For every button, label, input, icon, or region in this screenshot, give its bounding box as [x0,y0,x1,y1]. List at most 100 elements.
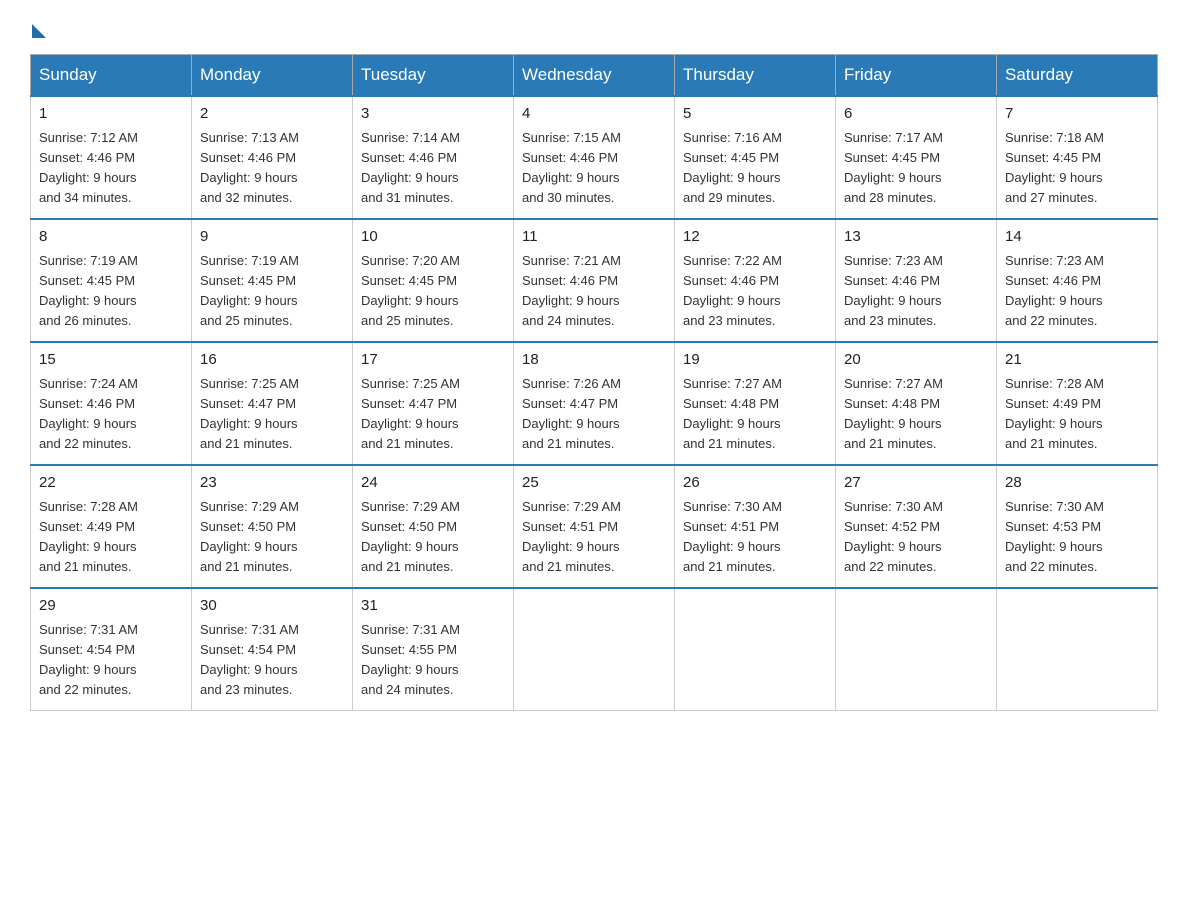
calendar-cell: 28 Sunrise: 7:30 AM Sunset: 4:53 PM Dayl… [997,465,1158,588]
day-number: 2 [200,103,344,126]
day-info: Sunrise: 7:31 AM Sunset: 4:55 PM Dayligh… [361,620,505,701]
calendar-cell [836,588,997,711]
day-number: 31 [361,595,505,618]
calendar-cell: 12 Sunrise: 7:22 AM Sunset: 4:46 PM Dayl… [675,219,836,342]
calendar-cell: 21 Sunrise: 7:28 AM Sunset: 4:49 PM Dayl… [997,342,1158,465]
calendar-cell: 4 Sunrise: 7:15 AM Sunset: 4:46 PM Dayli… [514,96,675,219]
day-info: Sunrise: 7:22 AM Sunset: 4:46 PM Dayligh… [683,251,827,332]
calendar-header-row: SundayMondayTuesdayWednesdayThursdayFrid… [31,55,1158,97]
day-number: 13 [844,226,988,249]
calendar-week-row-4: 22 Sunrise: 7:28 AM Sunset: 4:49 PM Dayl… [31,465,1158,588]
calendar-cell: 16 Sunrise: 7:25 AM Sunset: 4:47 PM Dayl… [192,342,353,465]
calendar-cell: 19 Sunrise: 7:27 AM Sunset: 4:48 PM Dayl… [675,342,836,465]
calendar-week-row-2: 8 Sunrise: 7:19 AM Sunset: 4:45 PM Dayli… [31,219,1158,342]
calendar-header-thursday: Thursday [675,55,836,97]
day-number: 23 [200,472,344,495]
calendar-header-tuesday: Tuesday [353,55,514,97]
day-number: 12 [683,226,827,249]
day-number: 26 [683,472,827,495]
day-info: Sunrise: 7:25 AM Sunset: 4:47 PM Dayligh… [361,374,505,455]
calendar-cell: 24 Sunrise: 7:29 AM Sunset: 4:50 PM Dayl… [353,465,514,588]
calendar-week-row-1: 1 Sunrise: 7:12 AM Sunset: 4:46 PM Dayli… [31,96,1158,219]
calendar-cell: 10 Sunrise: 7:20 AM Sunset: 4:45 PM Dayl… [353,219,514,342]
calendar-header-friday: Friday [836,55,997,97]
day-info: Sunrise: 7:17 AM Sunset: 4:45 PM Dayligh… [844,128,988,209]
day-number: 16 [200,349,344,372]
day-info: Sunrise: 7:28 AM Sunset: 4:49 PM Dayligh… [1005,374,1149,455]
calendar-cell: 17 Sunrise: 7:25 AM Sunset: 4:47 PM Dayl… [353,342,514,465]
calendar-cell: 20 Sunrise: 7:27 AM Sunset: 4:48 PM Dayl… [836,342,997,465]
day-number: 17 [361,349,505,372]
day-info: Sunrise: 7:26 AM Sunset: 4:47 PM Dayligh… [522,374,666,455]
day-number: 3 [361,103,505,126]
calendar-cell: 27 Sunrise: 7:30 AM Sunset: 4:52 PM Dayl… [836,465,997,588]
day-info: Sunrise: 7:19 AM Sunset: 4:45 PM Dayligh… [39,251,183,332]
day-info: Sunrise: 7:31 AM Sunset: 4:54 PM Dayligh… [200,620,344,701]
calendar-cell: 5 Sunrise: 7:16 AM Sunset: 4:45 PM Dayli… [675,96,836,219]
calendar-cell: 26 Sunrise: 7:30 AM Sunset: 4:51 PM Dayl… [675,465,836,588]
calendar-cell [514,588,675,711]
day-info: Sunrise: 7:16 AM Sunset: 4:45 PM Dayligh… [683,128,827,209]
calendar-cell: 8 Sunrise: 7:19 AM Sunset: 4:45 PM Dayli… [31,219,192,342]
day-number: 10 [361,226,505,249]
day-info: Sunrise: 7:12 AM Sunset: 4:46 PM Dayligh… [39,128,183,209]
day-number: 9 [200,226,344,249]
calendar-cell: 18 Sunrise: 7:26 AM Sunset: 4:47 PM Dayl… [514,342,675,465]
day-info: Sunrise: 7:14 AM Sunset: 4:46 PM Dayligh… [361,128,505,209]
calendar-cell: 22 Sunrise: 7:28 AM Sunset: 4:49 PM Dayl… [31,465,192,588]
day-number: 29 [39,595,183,618]
day-number: 22 [39,472,183,495]
calendar-cell: 23 Sunrise: 7:29 AM Sunset: 4:50 PM Dayl… [192,465,353,588]
calendar-week-row-5: 29 Sunrise: 7:31 AM Sunset: 4:54 PM Dayl… [31,588,1158,711]
calendar-cell: 2 Sunrise: 7:13 AM Sunset: 4:46 PM Dayli… [192,96,353,219]
calendar-header-saturday: Saturday [997,55,1158,97]
day-number: 8 [39,226,183,249]
day-info: Sunrise: 7:27 AM Sunset: 4:48 PM Dayligh… [683,374,827,455]
day-info: Sunrise: 7:28 AM Sunset: 4:49 PM Dayligh… [39,497,183,578]
day-info: Sunrise: 7:23 AM Sunset: 4:46 PM Dayligh… [1005,251,1149,332]
day-number: 14 [1005,226,1149,249]
day-info: Sunrise: 7:30 AM Sunset: 4:52 PM Dayligh… [844,497,988,578]
calendar-cell: 6 Sunrise: 7:17 AM Sunset: 4:45 PM Dayli… [836,96,997,219]
calendar-cell: 25 Sunrise: 7:29 AM Sunset: 4:51 PM Dayl… [514,465,675,588]
day-info: Sunrise: 7:30 AM Sunset: 4:53 PM Dayligh… [1005,497,1149,578]
day-info: Sunrise: 7:27 AM Sunset: 4:48 PM Dayligh… [844,374,988,455]
day-number: 21 [1005,349,1149,372]
day-number: 5 [683,103,827,126]
day-number: 18 [522,349,666,372]
day-info: Sunrise: 7:25 AM Sunset: 4:47 PM Dayligh… [200,374,344,455]
logo [30,20,46,34]
day-info: Sunrise: 7:29 AM Sunset: 4:51 PM Dayligh… [522,497,666,578]
day-info: Sunrise: 7:21 AM Sunset: 4:46 PM Dayligh… [522,251,666,332]
calendar-header-wednesday: Wednesday [514,55,675,97]
day-info: Sunrise: 7:29 AM Sunset: 4:50 PM Dayligh… [361,497,505,578]
calendar-cell: 30 Sunrise: 7:31 AM Sunset: 4:54 PM Dayl… [192,588,353,711]
logo-arrow-icon [32,24,46,38]
calendar-header-sunday: Sunday [31,55,192,97]
calendar-table: SundayMondayTuesdayWednesdayThursdayFrid… [30,54,1158,711]
calendar-cell: 1 Sunrise: 7:12 AM Sunset: 4:46 PM Dayli… [31,96,192,219]
day-number: 25 [522,472,666,495]
page-header [30,20,1158,34]
day-info: Sunrise: 7:13 AM Sunset: 4:46 PM Dayligh… [200,128,344,209]
calendar-cell: 15 Sunrise: 7:24 AM Sunset: 4:46 PM Dayl… [31,342,192,465]
day-info: Sunrise: 7:18 AM Sunset: 4:45 PM Dayligh… [1005,128,1149,209]
day-info: Sunrise: 7:30 AM Sunset: 4:51 PM Dayligh… [683,497,827,578]
day-number: 19 [683,349,827,372]
day-number: 20 [844,349,988,372]
day-info: Sunrise: 7:15 AM Sunset: 4:46 PM Dayligh… [522,128,666,209]
calendar-cell: 9 Sunrise: 7:19 AM Sunset: 4:45 PM Dayli… [192,219,353,342]
day-number: 11 [522,226,666,249]
calendar-cell [675,588,836,711]
day-number: 4 [522,103,666,126]
day-info: Sunrise: 7:19 AM Sunset: 4:45 PM Dayligh… [200,251,344,332]
day-number: 6 [844,103,988,126]
day-info: Sunrise: 7:23 AM Sunset: 4:46 PM Dayligh… [844,251,988,332]
calendar-header-monday: Monday [192,55,353,97]
day-number: 28 [1005,472,1149,495]
calendar-week-row-3: 15 Sunrise: 7:24 AM Sunset: 4:46 PM Dayl… [31,342,1158,465]
day-info: Sunrise: 7:24 AM Sunset: 4:46 PM Dayligh… [39,374,183,455]
day-number: 24 [361,472,505,495]
day-info: Sunrise: 7:20 AM Sunset: 4:45 PM Dayligh… [361,251,505,332]
day-number: 7 [1005,103,1149,126]
